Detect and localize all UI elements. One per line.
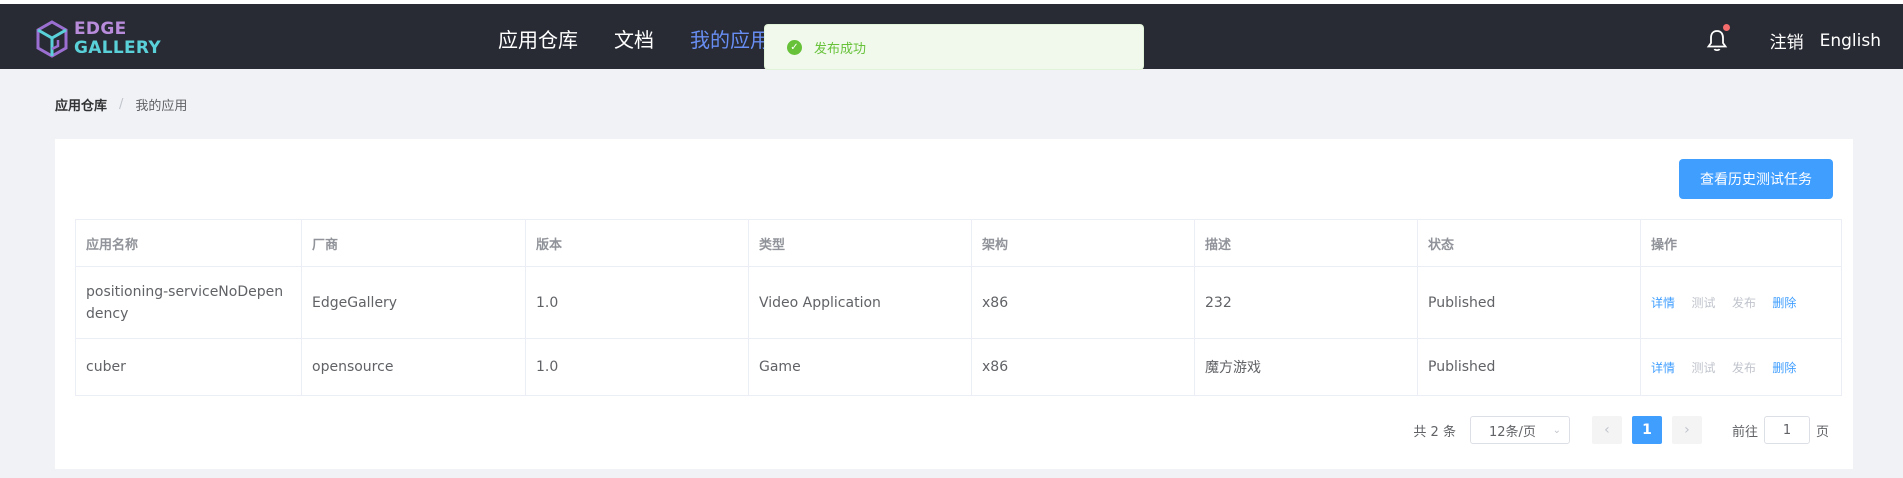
cell-vendor: opensource	[301, 338, 526, 396]
detail-link[interactable]: 详情	[1651, 361, 1675, 375]
cell-description: 魔方游戏	[1194, 338, 1418, 396]
view-history-tasks-button[interactable]: 查看历史测试任务	[1679, 159, 1833, 199]
goto-suffix: 页	[1815, 424, 1829, 440]
col-arch: 架构	[971, 219, 1195, 267]
toast-message: 发布成功	[814, 41, 867, 57]
cell-arch: x86	[971, 266, 1195, 339]
notification-bell-icon[interactable]	[1706, 21, 1732, 54]
logo-text: EDGE GALLERY	[74, 20, 161, 58]
cell-type: Game	[748, 338, 972, 396]
pagination-total: 共 2 条	[1413, 424, 1456, 440]
page-number-1[interactable]: 1	[1631, 416, 1662, 444]
next-page-button[interactable]: ›	[1671, 416, 1702, 444]
cell-status: Published	[1417, 266, 1641, 339]
cube-logo-icon	[36, 20, 68, 58]
page-body: 应用仓库 / 我的应用 查看历史测试任务 应用名称 厂商 版本 类型 架构 描述…	[0, 69, 1903, 478]
notification-badge	[1720, 21, 1732, 33]
success-toast: ✓ 发布成功	[764, 24, 1144, 70]
cell-version: 1.0	[525, 266, 749, 339]
main-nav: 应用仓库 文档 我的应用	[480, 8, 788, 73]
logout-link[interactable]: 注销	[1770, 28, 1804, 53]
table-row: cuber opensource 1.0 Game x86 魔方游戏 Publi…	[75, 338, 1842, 396]
col-app-name: 应用名称	[75, 219, 302, 267]
publish-link-disabled: 发布	[1731, 296, 1756, 310]
col-version: 版本	[525, 219, 749, 267]
table-row: positioning-serviceNoDependency EdgeGall…	[75, 266, 1842, 339]
delete-link[interactable]: 删除	[1772, 361, 1796, 375]
logo-line-edge: EDGE	[74, 19, 127, 39]
page-size-select[interactable]: 12条/页 ⌄	[1469, 416, 1570, 444]
app-table: 应用名称 厂商 版本 类型 架构 描述 状态 操作 positioning-se…	[75, 219, 1842, 396]
goto-page: 前往 页	[1732, 416, 1829, 444]
page-size-value: 12条/页	[1488, 424, 1536, 440]
cell-status: Published	[1417, 338, 1641, 396]
language-switch[interactable]: English	[1820, 31, 1881, 51]
publish-link-disabled: 发布	[1731, 360, 1756, 375]
header-tools: 注销 English	[1706, 8, 1881, 73]
breadcrumb-my-apps: 我的应用	[135, 99, 188, 114]
cell-actions: 详情 测试 发布 删除	[1640, 266, 1842, 339]
table-header-row: 应用名称 厂商 版本 类型 架构 描述 状态 操作	[75, 219, 1842, 267]
logo-line-gallery: GALLERY	[74, 38, 161, 58]
pagination: 共 2 条 12条/页 ⌄ ‹ 1 › 前往 页	[1413, 415, 1829, 445]
prev-page-button[interactable]: ‹	[1591, 416, 1622, 444]
nav-docs[interactable]: 文档	[596, 8, 672, 73]
goto-page-input[interactable]	[1763, 416, 1810, 444]
nav-app-store[interactable]: 应用仓库	[480, 8, 596, 73]
col-type: 类型	[748, 219, 972, 267]
app-list-card: 查看历史测试任务 应用名称 厂商 版本 类型 架构 描述 状态 操作 posit…	[55, 139, 1853, 469]
cell-type: Video Application	[748, 266, 972, 339]
detail-link[interactable]: 详情	[1651, 296, 1675, 310]
test-link-disabled: 测试	[1691, 296, 1716, 310]
chevron-left-icon: ‹	[1604, 422, 1610, 438]
goto-prefix: 前往	[1731, 424, 1758, 440]
test-link-disabled: 测试	[1691, 360, 1716, 375]
cell-vendor: EdgeGallery	[301, 266, 526, 339]
cell-app-name: positioning-serviceNoDependency	[75, 266, 302, 339]
cell-description: 232	[1194, 266, 1418, 339]
cell-actions: 详情 测试 发布 删除	[1640, 338, 1842, 396]
cell-version: 1.0	[525, 338, 749, 396]
breadcrumb-separator: /	[119, 97, 124, 112]
cell-arch: x86	[971, 338, 1195, 396]
col-actions: 操作	[1640, 219, 1842, 267]
col-description: 描述	[1194, 219, 1418, 267]
chevron-right-icon: ›	[1684, 422, 1690, 438]
col-vendor: 厂商	[301, 219, 526, 267]
col-status: 状态	[1417, 219, 1641, 267]
cell-app-name: cuber	[75, 338, 302, 396]
success-check-icon: ✓	[787, 39, 802, 55]
breadcrumb-app-store[interactable]: 应用仓库	[55, 95, 107, 114]
delete-link[interactable]: 删除	[1772, 296, 1796, 310]
edgegallery-logo[interactable]: EDGE GALLERY	[36, 18, 226, 60]
breadcrumb: 应用仓库 / 我的应用	[55, 95, 187, 114]
chevron-down-icon: ⌄	[1552, 424, 1561, 436]
